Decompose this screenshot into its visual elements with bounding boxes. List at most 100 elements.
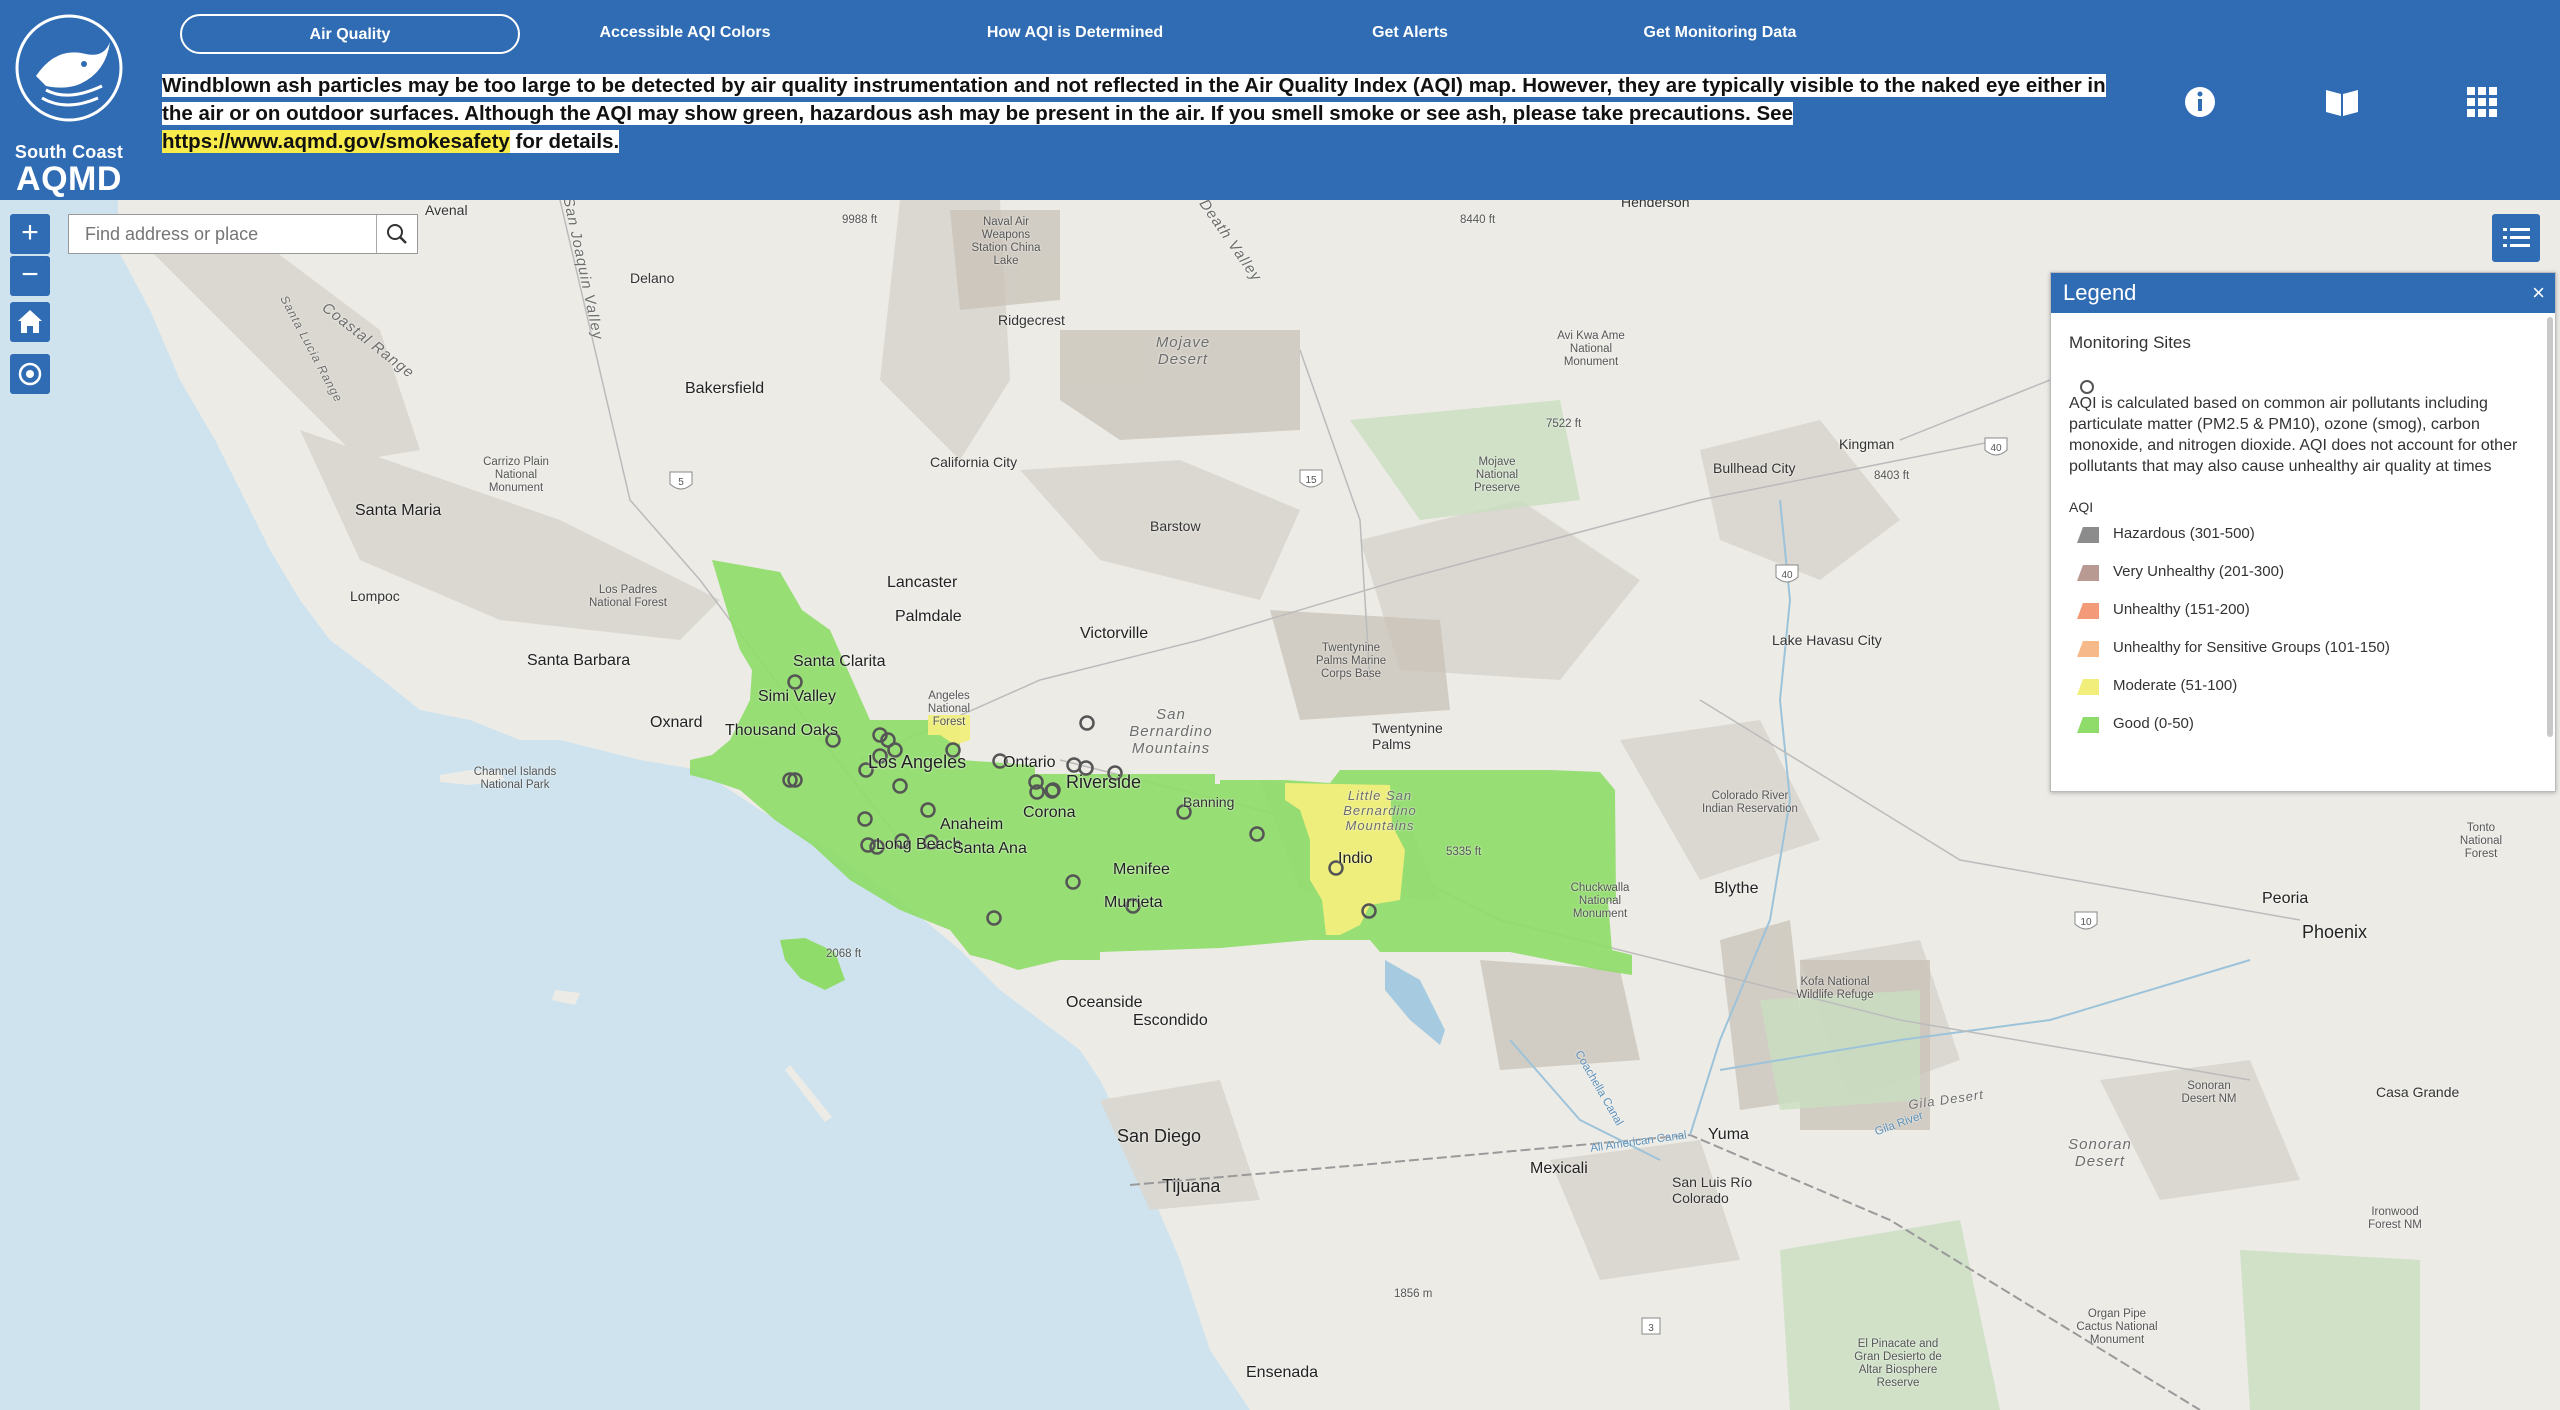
place-label: Mexicali bbox=[1530, 1160, 1588, 1177]
legend-scrollbar[interactable] bbox=[2547, 317, 2553, 737]
legend-items: Hazardous (301-500) Very Unhealthy (201-3… bbox=[2069, 515, 2527, 743]
place-label: Menifee bbox=[1113, 861, 1170, 878]
place-label: Henderson bbox=[1621, 200, 1690, 210]
place-label: Riverside bbox=[1066, 772, 1142, 792]
logo-text-main: AQMD bbox=[16, 160, 122, 198]
legend-item-label: Unhealthy (151-200) bbox=[2113, 601, 2250, 618]
place-label: Ridgecrest bbox=[998, 312, 1065, 328]
legend-swatch-icon bbox=[2077, 717, 2099, 733]
home-icon bbox=[18, 310, 42, 333]
place-label: Victorville bbox=[1080, 625, 1149, 642]
nav-how-aqi-determined[interactable]: How AQI is Determined bbox=[960, 14, 1190, 52]
park-label: Naval Air Weapons Station China Lake bbox=[971, 216, 1041, 267]
legend-swatch bbox=[2077, 565, 2099, 581]
place-label: Avenal bbox=[425, 202, 468, 218]
search-button[interactable] bbox=[376, 215, 417, 253]
search-icon bbox=[387, 224, 407, 244]
legend-swatch-icon bbox=[2077, 565, 2099, 581]
app-header: South Coast AQMD Air Quality Accessible … bbox=[0, 0, 2560, 200]
nav-get-alerts[interactable]: Get Alerts bbox=[1340, 14, 1480, 52]
place-label: California City bbox=[930, 454, 1018, 470]
place-label: Palmdale bbox=[895, 608, 962, 625]
zoom-in-button[interactable]: + bbox=[10, 214, 50, 254]
zoom-out-button[interactable]: − bbox=[10, 256, 50, 296]
route-15-label: 15 bbox=[1305, 475, 1317, 486]
place-label: Oxnard bbox=[650, 714, 703, 731]
place-label: Santa Clarita bbox=[793, 653, 886, 670]
legend-monitoring-title: Monitoring Sites bbox=[2069, 333, 2191, 352]
locate-button[interactable] bbox=[10, 354, 50, 394]
place-label: Anaheim bbox=[940, 816, 1004, 833]
aqmd-logo[interactable]: South Coast AQMD bbox=[6, 6, 132, 198]
place-label: Barstow bbox=[1150, 518, 1201, 534]
layer-list-button[interactable] bbox=[2492, 214, 2540, 262]
elevation-label: 2068 ft bbox=[826, 948, 862, 960]
park-label: Channel Islands National Park bbox=[473, 766, 557, 791]
legend-panel: Legend × Monitoring Sites AQI is calcula… bbox=[2050, 272, 2556, 792]
notice-tail: for details. bbox=[509, 130, 620, 153]
park-label: Organ Pipe Cactus National Monument bbox=[2076, 1308, 2158, 1346]
route-3-label: 3 bbox=[1648, 1323, 1654, 1334]
route-40b-label: 40 bbox=[1781, 570, 1793, 581]
park-label: Chuckwalla National Monument bbox=[1570, 882, 1630, 920]
ash-notice: Windblown ash particles may be too large… bbox=[162, 72, 2132, 156]
park-label: Ironwood Forest NM bbox=[2368, 1206, 2422, 1231]
nav-accessible-colors[interactable]: Accessible AQI Colors bbox=[560, 14, 810, 52]
legend-swatch bbox=[2077, 679, 2099, 695]
close-icon[interactable]: × bbox=[2532, 273, 2545, 313]
legend-swatch bbox=[2077, 527, 2099, 543]
home-button[interactable] bbox=[10, 302, 50, 342]
place-label: Simi Valley bbox=[758, 688, 836, 705]
place-label: Santa Ana bbox=[953, 840, 1027, 857]
place-label: Los Angeles bbox=[868, 752, 967, 772]
zoom-in-icon: + bbox=[21, 216, 39, 249]
place-label: Lancaster bbox=[887, 574, 958, 591]
region-label: Sonoran Desert bbox=[2068, 1136, 2132, 1170]
elevation-label: 5335 ft bbox=[1446, 846, 1482, 858]
place-label: Twentynine Palms bbox=[1372, 720, 1443, 752]
park-label: Tonto National Forest bbox=[2459, 822, 2503, 860]
region-label: San Bernardino Mountains bbox=[1129, 706, 1213, 757]
place-label: Tijuana bbox=[1162, 1176, 1221, 1196]
search-input[interactable] bbox=[69, 215, 375, 253]
place-label: Bakersfield bbox=[685, 380, 765, 397]
notice-text: Windblown ash particles may be too large… bbox=[162, 74, 2106, 125]
park-label: Twentynine Palms Marine Corps Base bbox=[1315, 642, 1387, 680]
park-label: Kofa National Wildlife Refuge bbox=[1796, 976, 1874, 1001]
grid-icon[interactable] bbox=[2462, 82, 2502, 122]
place-label: Indio bbox=[1338, 850, 1373, 867]
elevation-label: 1856 m bbox=[1394, 1288, 1433, 1300]
route-10-label: 10 bbox=[2080, 917, 2092, 928]
route-40-label: 40 bbox=[1990, 443, 2002, 454]
legend-item: Unhealthy for Sensitive Groups (101-150) bbox=[2069, 629, 2527, 667]
legend-swatch-icon bbox=[2077, 527, 2099, 543]
elevation-label: 8440 ft bbox=[1460, 214, 1496, 226]
park-label: Mojave National Preserve bbox=[1473, 456, 1521, 494]
place-label: Blythe bbox=[1714, 880, 1759, 897]
smokesafety-link[interactable]: https://www.aqmd.gov/smokesafety bbox=[162, 130, 510, 153]
region-label: Mojave Desert bbox=[1155, 334, 1211, 368]
nav-air-quality[interactable]: Air Quality bbox=[180, 14, 520, 54]
legend-swatch-icon bbox=[2077, 679, 2099, 695]
place-label: Peoria bbox=[2262, 890, 2309, 907]
place-label: Murrieta bbox=[1104, 894, 1163, 911]
book-icon[interactable] bbox=[2322, 82, 2362, 122]
legend-swatch bbox=[2077, 717, 2099, 733]
legend-swatch bbox=[2077, 641, 2099, 657]
park-label: Carrizo Plain National Monument bbox=[483, 456, 549, 494]
park-label: Colorado River Indian Reservation bbox=[1702, 790, 1798, 815]
legend-item: Hazardous (301-500) bbox=[2069, 515, 2527, 553]
elevation-label: 7522 ft bbox=[1546, 418, 1582, 430]
place-label: Oceanside bbox=[1066, 994, 1143, 1011]
route-5-label: 5 bbox=[678, 477, 684, 488]
place-label: Corona bbox=[1023, 804, 1076, 821]
place-label: Bullhead City bbox=[1713, 460, 1796, 476]
legend-swatch-icon bbox=[2077, 641, 2099, 657]
legend-item-label: Moderate (51-100) bbox=[2113, 677, 2238, 694]
legend-description: AQI is calculated based on common air po… bbox=[2069, 395, 2518, 475]
park-label: Avi Kwa Ame National Monument bbox=[1557, 330, 1625, 368]
place-label: Long Beach bbox=[876, 836, 962, 853]
nav-get-monitoring-data[interactable]: Get Monitoring Data bbox=[1620, 14, 1820, 52]
info-icon[interactable] bbox=[2180, 82, 2220, 122]
elevation-label: 8403 ft bbox=[1874, 470, 1910, 482]
